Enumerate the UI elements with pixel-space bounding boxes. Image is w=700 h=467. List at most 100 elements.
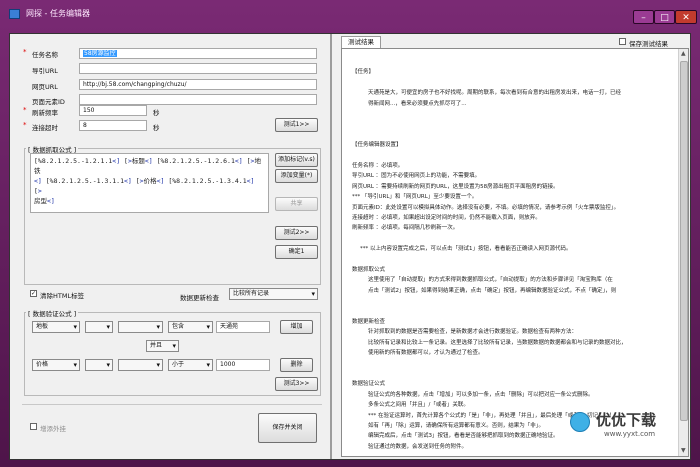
- update-check-select[interactable]: 比较所有记录: [229, 288, 318, 300]
- client-area: * 任务名称 58房源监控 导引URL 网页URL http://bj.58.c…: [9, 33, 691, 460]
- result-text-line: 任务名称 ：必填项。: [352, 163, 404, 169]
- title-bar[interactable]: 网探 - 任务编辑器: [0, 0, 700, 26]
- update-check-label: 数据更新检查: [180, 294, 219, 302]
- formula-text: [%8.2.1.2.5.-1.2.6.1: [152, 157, 235, 165]
- save-test-result-checkbox[interactable]: [619, 38, 626, 45]
- watermark-logo-icon: [570, 412, 590, 432]
- strip-html-label: 清除HTML标签: [40, 292, 85, 300]
- result-text-line: 刷新频率 ：必填项。每间隔几秒刷新一次。: [352, 225, 459, 232]
- verify-join-select[interactable]: 并且: [146, 340, 179, 352]
- formula-token: <]: [112, 157, 121, 165]
- result-text-line: 如有「再」「除」运算，请确保所有运算都有意义。否则，结果为「非」。: [368, 423, 545, 429]
- share-button[interactable]: 共享: [275, 197, 318, 211]
- tab-test-result[interactable]: 测试结果: [341, 36, 381, 48]
- result-text-line: *** 以上内容设置完成之后，可以点击「测试1」按钮，看看能否正确读入网页源代码…: [360, 246, 572, 253]
- verify-row1-op3-select[interactable]: [118, 321, 163, 333]
- add-mark-button[interactable]: 添加标记(v.s): [275, 153, 318, 167]
- result-text-line: 连接超时 ：必填项，如果超出设定时间的时间，仍然不能载入页面，则放弃。: [352, 215, 541, 221]
- nav-url-input[interactable]: [79, 63, 317, 74]
- verify-row1-relation-select[interactable]: 包含: [168, 321, 213, 333]
- verify-group-title: [ 数据验证公式 ]: [26, 308, 79, 318]
- result-text-line: 这里使用了「自动提取」的方式来得到数据抓取公式，「自动提取」的方法和步骤详见「淘…: [368, 277, 613, 284]
- watermark-url: www.yyxt.com: [604, 430, 656, 438]
- formula-text: 房型: [34, 197, 47, 205]
- strip-html-checkbox[interactable]: ✓: [30, 290, 37, 297]
- external-check-checkbox[interactable]: [30, 423, 37, 430]
- formula-text: [%8.2.1.2.5.-1.2.1.1: [34, 157, 113, 165]
- refresh-freq-input[interactable]: 150: [79, 105, 147, 116]
- formula-text: 价格: [143, 177, 157, 185]
- formula-token: <]: [124, 177, 132, 185]
- formula-text: 标题: [131, 157, 145, 165]
- app-icon: [9, 9, 20, 19]
- scroll-thumb[interactable]: [680, 61, 688, 421]
- result-text-line: 天通苑是大，可便宜的房子也不好找呢。周期的联系，每次看到有合意的出租房发出来，电…: [368, 90, 622, 97]
- extract-formula-text: [%8.2.1.2.5.-1.2.1.1<] [>标题<] [%8.2.1.2.…: [34, 156, 265, 206]
- minimize-button[interactable]: –: [633, 10, 654, 24]
- verify-row2-op2-select[interactable]: [85, 359, 113, 371]
- verify-row1-value-input[interactable]: 天通苑: [216, 321, 270, 333]
- page-element-id-label: 页面元素ID: [32, 98, 65, 106]
- formula-text: [%8.2.1.2.5.-1.3.4.1: [164, 177, 247, 185]
- add-variable-button[interactable]: 添加变量(*): [275, 169, 318, 183]
- save-test-result-label: 保存测试结果: [629, 40, 668, 48]
- page-element-id-input[interactable]: [79, 94, 317, 105]
- formula-line: 房型<]: [34, 196, 265, 206]
- splitter[interactable]: [330, 34, 332, 459]
- formula-token: <]: [234, 157, 243, 165]
- formula-token: <]: [47, 197, 55, 205]
- test1-button[interactable]: 测试1>>: [275, 118, 318, 132]
- page-url-label: 网页URL: [32, 83, 58, 91]
- formula-token: <]: [144, 157, 153, 165]
- result-text-line: *** 「导引URL」和「网页URL」至少要设置一个。: [352, 194, 478, 201]
- test-result-scrollbar[interactable]: ▲ ▼: [678, 49, 688, 456]
- verify-row2-op3-select[interactable]: [118, 359, 163, 371]
- result-text-line: 比较所有记录和比较上一条记录。这里选择了比较所有记录，当数据数据的数据都会和与记…: [368, 339, 627, 346]
- timeout-unit: 秒: [153, 124, 160, 132]
- save-close-button[interactable]: 保存并关闭: [258, 413, 317, 443]
- extract-formula-textarea[interactable]: [%8.2.1.2.5.-1.2.1.1<] [>标题<] [%8.2.1.2.…: [30, 153, 269, 213]
- result-text-line: 【任务编辑器设置】: [352, 142, 402, 149]
- required-marker: *: [23, 106, 27, 114]
- external-check-label: 增添外挂: [40, 425, 66, 433]
- verify-row2-field-select[interactable]: 价格: [32, 359, 80, 371]
- maximize-button[interactable]: □: [654, 10, 675, 24]
- result-text-line: 网页URL ：需要持续刷新的网页的URL，这里设置为58房源出租页平面租房的链接…: [352, 183, 559, 190]
- verify-row1-op2-select[interactable]: [85, 321, 113, 333]
- test2-button[interactable]: 测试2>>: [275, 226, 318, 240]
- result-text-line: 针对抓取到的数据是否需要检查，是新数据才会进行数据验证。数据检查有两种方法：: [368, 329, 578, 336]
- close-button[interactable]: ✕: [675, 10, 697, 24]
- result-text-line: 数据更新检查: [352, 319, 386, 325]
- formula-token: <]: [246, 177, 255, 185]
- required-marker: *: [23, 121, 27, 129]
- test-result-text: 【任务】 天通苑是大，可便宜的房子也不好找呢。周期的联系，每次看到有合意的出租房发…: [352, 59, 674, 455]
- page-url-input[interactable]: http://bj.58.com/changping/chuzu/: [79, 79, 317, 90]
- test-result-panel[interactable]: 【任务】 天通苑是大，可便宜的房子也不好找呢。周期的联系，每次看到有合意的出租房发…: [341, 48, 689, 457]
- divider: [22, 404, 322, 405]
- result-text-line: 导引URL ：固为不必使用网页上的功能，不需要填。: [352, 173, 481, 180]
- formula-token: >: [37, 187, 42, 195]
- scroll-down-arrow-icon[interactable]: ▼: [681, 447, 686, 454]
- result-text-line: 页面元素ID：此处设置可以模拟具体动作。选择没有必要，不填。必填的情况，请参考示…: [352, 204, 620, 211]
- result-text-line: 得新闻网...，看来必须要点先抓尽可了...: [368, 100, 467, 107]
- formula-text: [%8.2.1.2.5.-1.3.1.1: [41, 177, 125, 185]
- result-text-line: 编辑完成后，点击「测试3」按钮，看看是否能够把抓取到的数据正确地验证。: [368, 433, 559, 440]
- result-text-line: 使用新的所有数据都可以，才认为通过了检查。: [368, 350, 484, 357]
- result-text-line: 验证通过的数据，会发送到任务的附件。: [368, 443, 468, 450]
- verify-delete-button[interactable]: 删除: [280, 358, 313, 372]
- verify-add-button[interactable]: 增加: [280, 320, 313, 334]
- timeout-label: 连接超时: [32, 124, 58, 132]
- test3-button[interactable]: 测试3>>: [275, 377, 318, 391]
- formula-text: [: [131, 177, 140, 185]
- timeout-input[interactable]: 8: [79, 120, 147, 131]
- verify-row1-field-select[interactable]: 地板: [32, 321, 80, 333]
- verify-row2-value-input[interactable]: 1000: [216, 359, 270, 371]
- task-name-input[interactable]: 58房源监控: [79, 48, 317, 59]
- result-text-line: 点击「测试2」按钮，如果得到结果正确，点击「确定」按钮，再编辑数据验证公式，不点…: [368, 287, 617, 294]
- window-title: 网探 - 任务编辑器: [26, 9, 90, 18]
- refresh-freq-unit: 秒: [153, 109, 160, 117]
- formula-token: <]: [34, 177, 42, 185]
- confirm1-button[interactable]: 确定1: [275, 245, 318, 259]
- verify-row2-relation-select[interactable]: 小于: [168, 359, 213, 371]
- scroll-up-arrow-icon[interactable]: ▲: [681, 50, 686, 57]
